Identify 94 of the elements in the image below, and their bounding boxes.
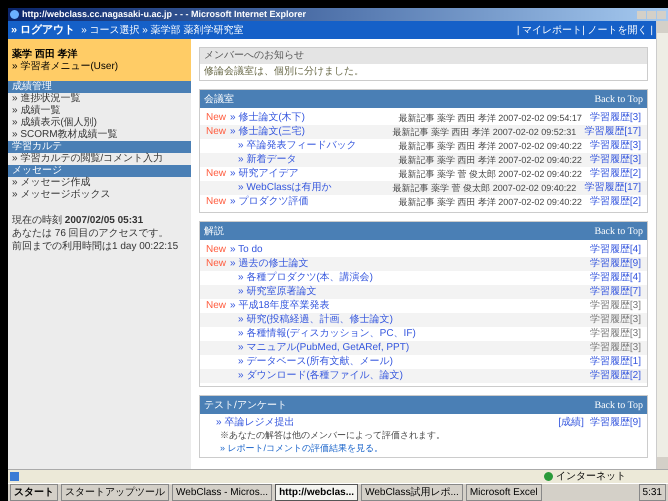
window-controls-icon[interactable] <box>637 10 666 18</box>
new-label: New <box>206 126 226 137</box>
latest-post-info: 最新記事 薬学 西田 孝洋 2007-02-02 09:54:17 <box>398 112 582 125</box>
section-header: 成績管理 <box>8 81 191 93</box>
history-link[interactable]: 学習履歴[2] <box>590 167 641 181</box>
panel-title: 会議室 <box>204 92 234 106</box>
new-label: New <box>206 168 226 179</box>
grades-link[interactable]: [成績] <box>558 416 584 429</box>
history-link[interactable]: 学習履歴[2] <box>590 369 641 383</box>
user-menu-link[interactable]: » 学習者メニュー(User) <box>12 61 187 73</box>
history-link[interactable]: 学習履歴[2] <box>590 195 641 209</box>
new-label: New <box>206 112 226 123</box>
ie-icon <box>10 10 19 19</box>
note-text: ※あなたの解答は他のメンバーによって評価されます。 <box>219 429 446 442</box>
history-link[interactable]: 学習履歴[9] <box>590 257 641 271</box>
results-link[interactable]: » レポート/コメントの評価結果を見る。 <box>206 442 641 455</box>
sidebar-link[interactable]: » 成績一覧 <box>8 105 191 117</box>
latest-post-info: 最新記事 薬学 菅 俊太郎 2007-02-02 09:40:22 <box>392 182 576 195</box>
sidebar-link[interactable]: » 学習カルテの閲覧/コメント入力 <box>8 153 191 165</box>
history-link[interactable]: 学習履歴[3] <box>590 153 641 167</box>
user-name: 薬学 西田 孝洋 <box>12 49 79 60</box>
history-link[interactable]: 学習履歴[4] <box>590 271 641 285</box>
history-link[interactable]: 学習履歴[3] <box>590 299 641 313</box>
sidebar-link[interactable]: » SCORM教材成績一覧 <box>8 129 191 141</box>
history-link[interactable]: 学習履歴[3] <box>590 341 641 355</box>
topic-link[interactable]: » 修士論文(木下) <box>230 111 305 125</box>
nav-link[interactable]: | ノートを開く | <box>582 22 653 38</box>
taskbar-button[interactable]: Microsoft Excel <box>466 484 542 501</box>
latest-post-info: 最新記事 薬学 西田 孝洋 2007-02-02 09:40:22 <box>398 154 582 167</box>
topic-link[interactable]: » データベース(所有文献、メール) <box>230 355 393 369</box>
history-link[interactable]: 学習履歴[4] <box>590 243 641 257</box>
taskbar-button[interactable]: http://webclas... <box>275 484 358 501</box>
back-to-top-link[interactable]: Back to Top <box>594 398 643 412</box>
back-to-top-link[interactable]: Back to Top <box>594 224 643 238</box>
topic-link[interactable]: » 新着データ <box>230 153 296 167</box>
topic-link[interactable]: » WebClassは有用か <box>230 181 332 195</box>
topic-link[interactable]: » 卒論発表フィードバック <box>230 139 356 153</box>
latest-post-info: 最新記事 薬学 西田 孝洋 2007-02-02 09:52:31 <box>392 126 576 139</box>
start-button[interactable]: スタート <box>10 484 58 501</box>
globe-icon <box>544 472 553 481</box>
back-to-top-link[interactable]: Back to Top <box>594 92 643 106</box>
latest-post-info: 最新記事 薬学 菅 俊太郎 2007-02-02 09:40:22 <box>398 168 582 181</box>
latest-post-info: 最新記事 薬学 西田 孝洋 2007-02-02 09:40:22 <box>398 140 582 153</box>
new-label: New <box>206 244 226 255</box>
topic-link[interactable]: » 修士論文(三宅) <box>230 125 305 139</box>
access-info: あなたは 76 回目のアクセスです。 <box>12 228 170 240</box>
topic-link[interactable]: » 過去の修士論文 <box>230 257 308 271</box>
scrollbar[interactable] <box>656 21 668 469</box>
window-title: http://webclass.cc.nagasaki-u.ac.jp - - - Microsoft Internet Explorer <box>22 8 306 21</box>
security-zone: インターネット <box>556 470 627 484</box>
new-label: New <box>206 196 226 207</box>
topic-link[interactable]: » 研究アイデア <box>230 167 298 181</box>
topic-link[interactable]: » 各種情報(ディスカッション、PC、IF) <box>230 327 416 341</box>
clock: 5:31 <box>638 484 666 501</box>
topic-link[interactable]: » プロダクツ評価 <box>230 195 308 209</box>
history-link[interactable]: 学習履歴[3] <box>590 111 641 125</box>
topic-link[interactable]: » To do <box>230 243 263 257</box>
sidebar-link[interactable]: » 成績表示(個人別) <box>8 117 191 129</box>
panel-title: 解説 <box>204 224 224 238</box>
topic-link[interactable]: » 平成18年度卒業発表 <box>230 299 330 313</box>
new-label: New <box>206 258 226 269</box>
sidebar-link[interactable]: » 進捗状況一覧 <box>8 93 191 105</box>
sidebar-link[interactable]: » メッセージボックス <box>8 189 191 201</box>
topic-link[interactable]: » 各種プロダクツ(本、講演会) <box>230 271 373 285</box>
history-link[interactable]: 学習履歴[17] <box>584 125 641 139</box>
history-link[interactable]: 学習履歴[1] <box>590 355 641 369</box>
breadcrumb: » コース選択 » 薬学部 薬剤学研究室 <box>81 24 244 38</box>
topic-link[interactable]: » 研究室原著論文 <box>230 285 316 299</box>
latest-post-info: 最新記事 薬学 西田 孝洋 2007-02-02 09:40:22 <box>398 196 582 209</box>
sidebar-link[interactable]: » メッセージ作成 <box>8 177 191 189</box>
access-info: 前回までの利用時間は1 day 00:22:15 <box>12 241 180 253</box>
history-link[interactable]: 学習履歴[3] <box>590 139 641 153</box>
history-link[interactable]: 学習履歴[3] <box>590 327 641 341</box>
logout-link[interactable]: » ログアウト <box>11 22 76 38</box>
test-link[interactable]: » 卒論レジメ提出 <box>216 416 294 429</box>
topic-link[interactable]: » ダウンロード(各種ファイル、論文) <box>230 369 403 383</box>
notice-title: メンバーへのお知らせ <box>200 48 647 64</box>
section-header: 学習カルテ <box>8 141 191 153</box>
history-link[interactable]: 学習履歴[7] <box>590 285 641 299</box>
panel-title: テスト/アンケート <box>204 398 287 412</box>
history-link[interactable]: 学習履歴[9] <box>590 416 641 429</box>
access-info: 現在の時刻 2007/02/05 05:31 <box>12 215 144 227</box>
taskbar-button[interactable]: スタートアップツール <box>61 484 169 501</box>
topic-link[interactable]: » 研究(投稿経過、計画、修士論文) <box>230 313 393 327</box>
nav-link[interactable]: | マイレポート <box>516 22 582 38</box>
page-icon <box>10 472 19 481</box>
history-link[interactable]: 学習履歴[3] <box>590 313 641 327</box>
topic-link[interactable]: » マニュアル(PubMed, GetARef, PPT) <box>230 341 410 355</box>
history-link[interactable]: 学習履歴[17] <box>584 181 641 195</box>
section-header: メッセージ <box>8 165 191 177</box>
notice-text: 修論会議室は、個別に分けました。 <box>203 64 365 79</box>
taskbar-button[interactable]: WebClass試用レポ... <box>361 484 463 501</box>
new-label: New <box>206 300 226 311</box>
taskbar-button[interactable]: WebClass - Micros... <box>172 484 272 501</box>
